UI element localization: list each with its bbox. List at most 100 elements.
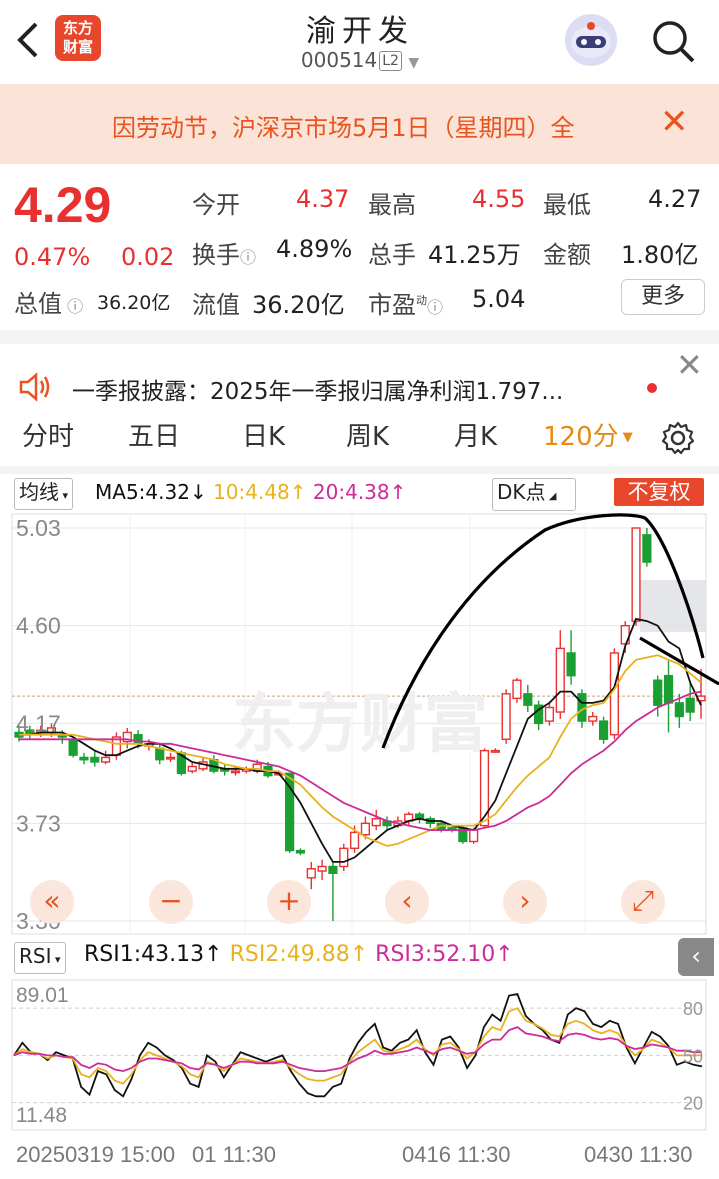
stock-name: 渝开发: [306, 14, 414, 49]
rsi-right-tick-label: 20: [683, 1094, 703, 1114]
rsi-right-tick-label: 80: [683, 999, 703, 1019]
volume-value: 41.25万: [428, 241, 521, 269]
stock-code-text: 000514: [300, 48, 378, 72]
tab-weekly-k[interactable]: 周K: [346, 408, 389, 466]
pe-label: 市盈动ⓘ: [368, 291, 444, 319]
settings-gear-icon[interactable]: [660, 420, 696, 460]
market-cap-label: 总值 ⓘ: [14, 290, 84, 318]
candle-body: [674, 702, 684, 718]
info-icon: ⓘ: [427, 298, 444, 317]
more-button[interactable]: 更多: [621, 279, 705, 315]
close-icon[interactable]: ✕: [676, 346, 703, 384]
rsi2-value: RSI2:49.88: [229, 942, 350, 967]
candle-body: [501, 693, 511, 740]
ma20-value: 20:4.38: [312, 480, 390, 504]
candle-body: [90, 756, 100, 763]
zoom-out-button[interactable]: −: [149, 880, 193, 924]
low-value: 4.27: [648, 185, 702, 213]
x-label: 20250319 15:00: [16, 1142, 176, 1167]
announcement-text[interactable]: 一季报披露：2025年一季报归属净利润1.797...: [72, 372, 692, 406]
change-amount: 0.02: [121, 243, 175, 271]
x-label: 0430 11:30: [584, 1142, 693, 1167]
dropdown-triangle-icon: ▾: [59, 489, 69, 502]
watermark: 东方财富: [232, 688, 488, 762]
turnover-label: 换手ⓘ: [192, 241, 257, 269]
candle-body: [328, 865, 338, 874]
info-icon: ⓘ: [62, 297, 84, 316]
unread-dot: [647, 383, 657, 393]
rsi-values: RSI1:43.13↑ RSI2:49.88↑ RSI3:52.10↑: [84, 942, 514, 967]
high-label: 最高: [368, 191, 416, 219]
ma5-value: MA5:4.32: [95, 480, 190, 504]
rsi3-line: [13, 1026, 702, 1073]
candle-body: [165, 756, 176, 760]
amount-value: 1.80亿: [621, 241, 699, 269]
volume-label: 总手: [368, 241, 416, 269]
assistant-robot-icon[interactable]: [565, 14, 617, 66]
float-cap-label: 流值: [192, 291, 240, 319]
candle-body: [360, 822, 371, 836]
back-arrow-icon[interactable]: [14, 20, 44, 60]
candle-body: [306, 868, 316, 879]
candle-body: [685, 697, 695, 713]
scroll-far-left-button[interactable]: «: [30, 880, 74, 924]
level-badge: L2: [379, 51, 402, 71]
rsi3-value: RSI3:52.10: [375, 942, 496, 967]
rsi-chart: 80 50 20 89.01 11.48: [11, 979, 707, 1131]
scroll-right-button[interactable]: ›: [503, 880, 547, 924]
candle-body: [133, 734, 143, 745]
dropdown-triangle-icon: ▼: [408, 55, 420, 71]
indicator-selector[interactable]: RSI ▾: [14, 942, 66, 974]
zoom-in-button[interactable]: +: [267, 880, 311, 924]
candle-body: [295, 849, 306, 854]
candle-body: [101, 756, 111, 763]
pe-value: 5.04: [472, 285, 526, 313]
divider: [0, 330, 719, 344]
last-price: 4.29: [14, 177, 112, 233]
candle-body: [479, 749, 490, 827]
candle-body: [577, 693, 587, 722]
candle-body: [523, 693, 533, 706]
tab-120min[interactable]: 120分 ▼: [543, 408, 633, 467]
candle-body: [339, 847, 349, 868]
price-tick-label: 5.03: [16, 515, 61, 541]
candle-body: [469, 829, 479, 843]
turnover-value: 4.89%: [276, 235, 353, 263]
candle-body: [663, 674, 674, 704]
dropdown-triangle-icon: ▾: [51, 953, 61, 966]
candle-body: [317, 865, 327, 872]
close-icon[interactable]: ✕: [660, 104, 689, 140]
candle-body: [230, 770, 241, 774]
collapse-panel-icon[interactable]: ‹: [678, 938, 714, 976]
ma-values: MA5:4.32↓ 10:4.48↑ 20:4.38↑: [95, 480, 407, 504]
candle-body: [79, 756, 89, 761]
stock-code[interactable]: 000514 L2 ▼: [200, 48, 520, 72]
fullscreen-button[interactable]: ⤢: [621, 880, 665, 924]
candle-body: [68, 738, 78, 756]
info-icon: ⓘ: [240, 248, 257, 267]
market-cap-value: 36.20亿: [97, 292, 171, 314]
candlestick-chart[interactable]: 东方财富 5.034.604.173.733.30: [0, 506, 719, 938]
candle-body: [598, 720, 609, 740]
tab-monthly-k[interactable]: 月K: [454, 408, 497, 466]
tab-daily-k[interactable]: 日K: [242, 408, 285, 466]
tab-five-day[interactable]: 五日: [128, 408, 180, 466]
candle-body: [490, 749, 500, 753]
search-icon[interactable]: [650, 18, 696, 64]
candle-body: [544, 706, 555, 722]
candle-body: [187, 765, 197, 772]
tab-intraday[interactable]: 分时: [22, 408, 74, 466]
scroll-left-button[interactable]: ‹: [385, 880, 429, 924]
candle-body: [349, 831, 360, 850]
change-percent: 0.47%: [14, 243, 91, 271]
holiday-notice-text[interactable]: 因劳动节，沪深京市场5月1日（星期四）全: [112, 108, 637, 143]
amount-label: 金额: [543, 241, 591, 269]
candle-body: [566, 652, 576, 677]
no-adjust-button[interactable]: 不复权: [614, 478, 704, 506]
shaded-range: [640, 580, 706, 632]
price-tick-label: 4.17: [16, 710, 61, 736]
candle-body: [653, 679, 663, 706]
app-logo[interactable]: 东方 财富: [55, 15, 101, 61]
open-value: 4.37: [296, 185, 350, 213]
x-label: 0416 11:30: [402, 1142, 511, 1167]
